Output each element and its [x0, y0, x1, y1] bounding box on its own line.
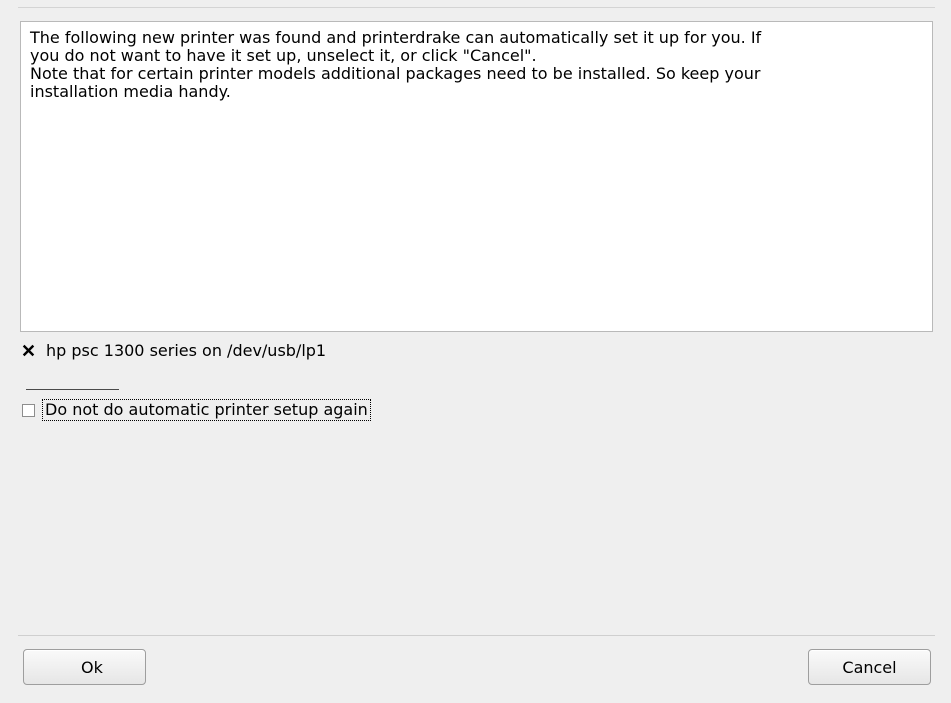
printer-checkbox[interactable]	[22, 344, 35, 357]
no-auto-setup-option-row[interactable]: Do not do automatic printer setup again	[22, 399, 371, 421]
message-line: you do not want to have it set up, unsel…	[30, 46, 537, 65]
message-line: The following new printer was found and …	[30, 28, 762, 47]
separator-mark	[26, 389, 119, 390]
bottom-separator	[18, 635, 935, 636]
printer-option-row[interactable]: hp psc 1300 series on /dev/usb/lp1	[22, 341, 326, 360]
message-textview: The following new printer was found and …	[20, 21, 933, 332]
top-separator	[18, 7, 935, 8]
no-auto-setup-checkbox[interactable]	[22, 403, 35, 417]
no-auto-setup-label: Do not do automatic printer setup again	[42, 399, 371, 421]
ok-button[interactable]: Ok	[23, 649, 146, 685]
cancel-button[interactable]: Cancel	[808, 649, 931, 685]
printer-option-label: hp psc 1300 series on /dev/usb/lp1	[46, 341, 327, 360]
message-line: installation media handy.	[30, 82, 231, 101]
check-mark-icon	[22, 344, 35, 357]
message-line: Note that for certain printer models add…	[30, 64, 761, 83]
